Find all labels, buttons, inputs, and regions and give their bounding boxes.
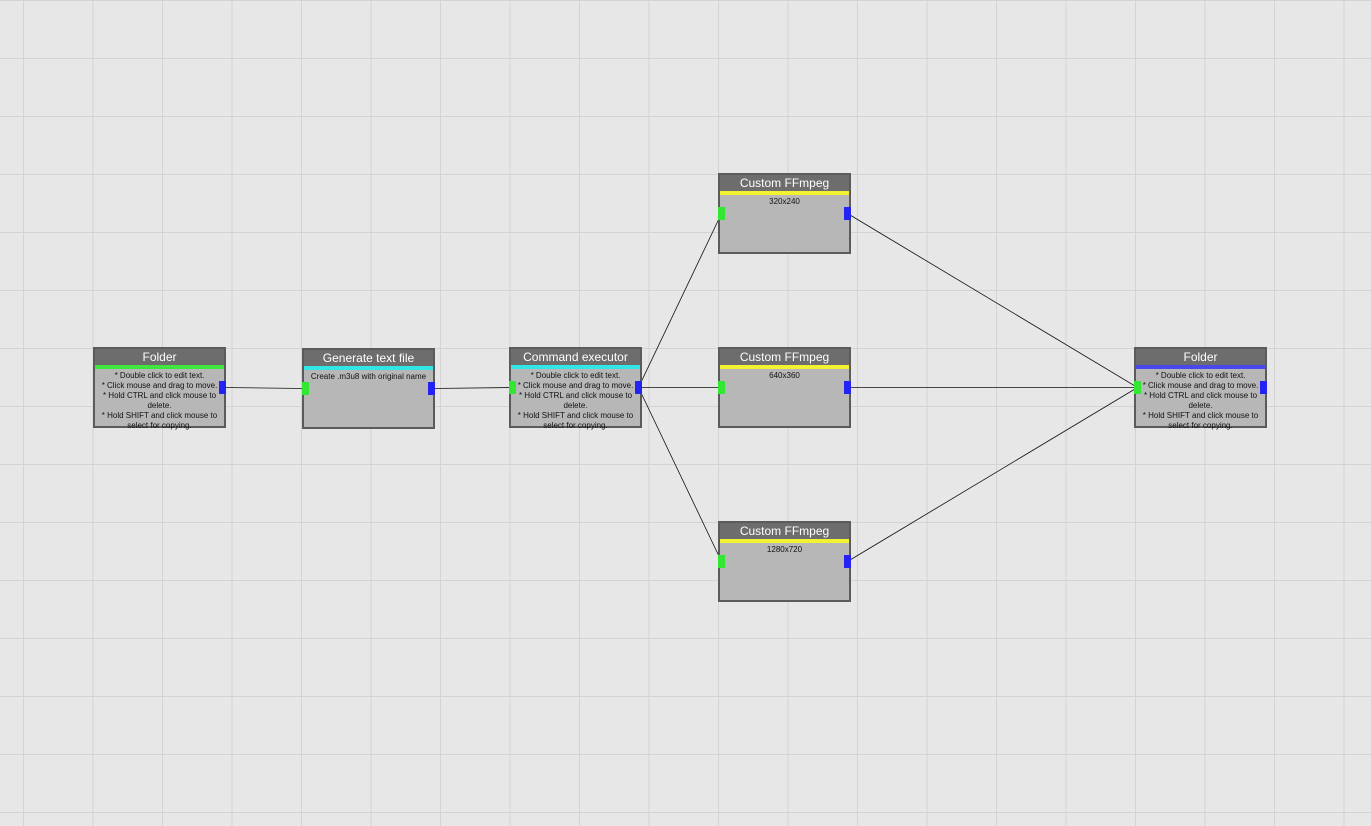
output-port[interactable] (219, 381, 226, 394)
node-title: Custom FFmpeg (720, 523, 849, 539)
node-description: 640x360 (769, 371, 800, 380)
input-port[interactable] (1134, 381, 1141, 394)
node-title: Custom FFmpeg (720, 175, 849, 191)
node-body-text[interactable]: Create .m3u8 with original name (304, 370, 433, 382)
help-line: * Double click to edit text. (530, 371, 621, 380)
output-port[interactable] (635, 381, 642, 394)
connection-line-folder-source-to-generate-text-file (222, 387, 306, 389)
node-title: Command executor (511, 349, 640, 365)
node-description: 1280x720 (766, 545, 803, 554)
node-description: 320x240 (769, 197, 800, 206)
node-title: Folder (95, 349, 224, 365)
node-canvas[interactable]: Folder * Double click to edit text. * Cl… (0, 0, 1371, 826)
help-line: * Double click to edit text. (1155, 371, 1246, 380)
node-body-text[interactable]: 1280x720 (720, 543, 849, 555)
output-port[interactable] (844, 381, 851, 394)
help-line: * Hold CTRL and click mouse to delete. (518, 391, 633, 410)
help-line: * Click mouse and drag to move. (1142, 381, 1259, 390)
node-help-text[interactable]: * Double click to edit text. * Click mou… (95, 369, 224, 431)
node-ffmpeg-320x240[interactable]: Custom FFmpeg 320x240 (718, 173, 851, 254)
node-ffmpeg-1280x720[interactable]: Custom FFmpeg 1280x720 (718, 521, 851, 602)
help-line: * Click mouse and drag to move. (101, 381, 218, 390)
connection-line-ffmpeg-1280-to-folder-output (847, 387, 1138, 562)
node-folder-source[interactable]: Folder * Double click to edit text. * Cl… (93, 347, 226, 431)
input-port[interactable] (509, 381, 516, 394)
node-ffmpeg-640x360[interactable]: Custom FFmpeg 640x360 (718, 347, 851, 428)
help-line: * Hold SHIFT and click mouse to select f… (517, 411, 634, 430)
node-title: Generate text file (304, 350, 433, 366)
connection-line-command-executor-to-ffmpeg-1280 (638, 387, 722, 562)
output-port[interactable] (844, 555, 851, 568)
input-port[interactable] (302, 382, 309, 395)
node-title: Folder (1136, 349, 1265, 365)
output-port[interactable] (1260, 381, 1267, 394)
help-line: * Double click to edit text. (114, 371, 205, 380)
connection-line-ffmpeg-320-to-folder-output (847, 213, 1138, 388)
output-port[interactable] (428, 382, 435, 395)
node-help-text[interactable]: * Double click to edit text. * Click mou… (1136, 369, 1265, 431)
help-line: * Hold SHIFT and click mouse to select f… (101, 411, 218, 430)
node-title: Custom FFmpeg (720, 349, 849, 365)
help-line: * Hold CTRL and click mouse to delete. (1143, 391, 1258, 410)
help-line: * Hold SHIFT and click mouse to select f… (1142, 411, 1259, 430)
input-port[interactable] (718, 555, 725, 568)
output-port[interactable] (844, 207, 851, 220)
node-help-text[interactable]: * Double click to edit text. * Click mou… (511, 369, 640, 431)
node-generate-text-file[interactable]: Generate text file Create .m3u8 with ori… (302, 348, 435, 429)
input-port[interactable] (718, 381, 725, 394)
node-command-executor[interactable]: Command executor * Double click to edit … (509, 347, 642, 431)
node-body-text[interactable]: 640x360 (720, 369, 849, 381)
node-folder-output[interactable]: Folder * Double click to edit text. * Cl… (1134, 347, 1267, 431)
node-description: Create .m3u8 with original name (310, 372, 427, 381)
input-port[interactable] (718, 207, 725, 220)
node-body-text[interactable]: 320x240 (720, 195, 849, 207)
connection-line-generate-text-file-to-command-executor (431, 387, 513, 389)
connection-line-command-executor-to-ffmpeg-320 (638, 213, 722, 388)
help-line: * Hold CTRL and click mouse to delete. (102, 391, 217, 410)
help-line: * Click mouse and drag to move. (517, 381, 634, 390)
